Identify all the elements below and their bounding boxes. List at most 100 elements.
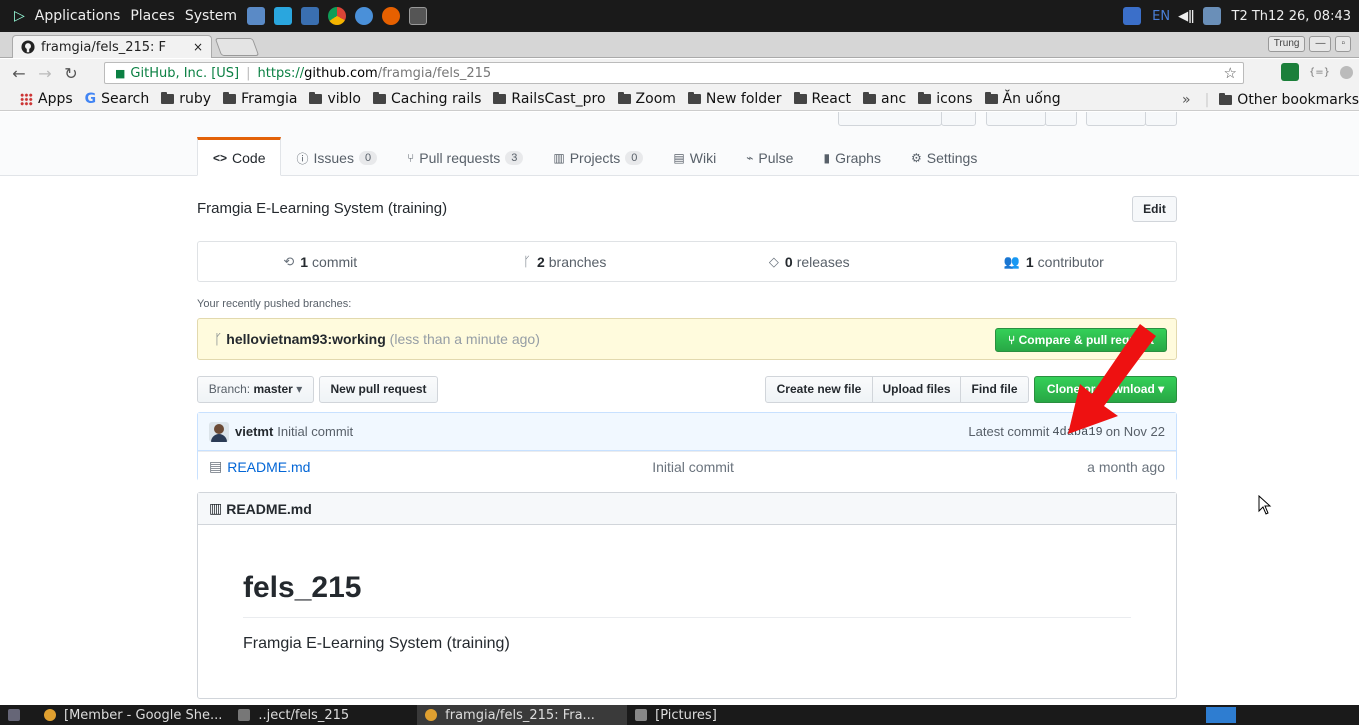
bookmark-railscast-pro[interactable]: RailsCast_pro <box>493 91 606 107</box>
clock[interactable]: T2 Th12 26, 08:43 <box>1232 9 1351 24</box>
wiki-icon: ▤ <box>673 151 685 165</box>
bookmark-an-uong[interactable]: Ăn uống <box>984 91 1061 107</box>
firefox-launcher-icon[interactable] <box>382 7 401 25</box>
menu-applications[interactable]: Applications <box>35 8 121 24</box>
bookmark-apps[interactable]: Apps <box>20 91 73 107</box>
new-tab-button[interactable] <box>214 38 260 56</box>
volume-icon[interactable]: ◀ǁ <box>1178 9 1194 24</box>
minimize-icon[interactable]: — <box>1309 36 1332 52</box>
profile-button[interactable]: Trung <box>1267 36 1306 52</box>
bookmark-caching-rails[interactable]: Caching rails <box>372 91 481 107</box>
star-count[interactable] <box>1045 112 1077 126</box>
keyboard-tray-icon[interactable] <box>1123 7 1142 25</box>
extension-circle-icon[interactable] <box>1340 65 1353 79</box>
create-new-file-button[interactable]: Create new file <box>765 376 873 403</box>
menu-places[interactable]: Places <box>130 8 175 24</box>
taskbar-item-google-sheets[interactable]: [Member - Google She... <box>36 705 230 725</box>
readme-box: ▥ README.md fels_215 Framgia E-Learning … <box>197 492 1177 699</box>
folder-icon <box>372 92 386 104</box>
upload-files-button[interactable]: Upload files <box>872 376 961 403</box>
commit-author[interactable]: vietmt <box>235 424 273 439</box>
bookmark-anc[interactable]: anc <box>863 91 906 107</box>
file-icon: ▤ <box>209 458 223 474</box>
taskbar-item-pictures[interactable]: [Pictures] <box>627 705 725 725</box>
tab-settings[interactable]: ⚙ Settings <box>896 137 992 176</box>
folder-icon <box>918 92 932 104</box>
maximize-icon[interactable]: ▫ <box>1335 36 1351 52</box>
edit-description-button[interactable]: Edit <box>1132 196 1177 222</box>
apps-grid-icon <box>20 92 33 106</box>
tab-projects[interactable]: ▥ Projects 0 <box>538 137 658 176</box>
bookmark-viblo[interactable]: viblo <box>309 91 361 107</box>
find-file-button[interactable]: Find file <box>960 376 1029 403</box>
menu-system[interactable]: System <box>185 8 237 24</box>
network-launcher-icon[interactable] <box>355 7 374 25</box>
bookmark-framgia[interactable]: Framgia <box>223 91 297 107</box>
commit-message[interactable]: Initial commit <box>277 424 353 439</box>
fork-button[interactable] <box>1086 112 1146 126</box>
browser-tab-active[interactable]: framgia/fels_215: F × <box>12 35 212 58</box>
clipboard-tray-icon[interactable] <box>1202 7 1221 25</box>
avatar[interactable] <box>209 421 229 442</box>
readme-body: Framgia E-Learning System (training) <box>243 635 510 652</box>
bookmark-ruby[interactable]: ruby <box>161 91 211 107</box>
tab-pull-requests[interactable]: ⑂ Pull requests 3 <box>392 137 538 176</box>
table-row[interactable]: ▤ README.md Initial commit a month ago <box>198 451 1176 481</box>
contributors-link[interactable]: 👥 1 contributor <box>932 242 1177 281</box>
extension-json-icon[interactable]: {=} <box>1309 67 1330 78</box>
taskbar-chrome-tray-icon[interactable] <box>1206 707 1236 723</box>
file-commit-message[interactable]: Initial commit <box>652 459 734 475</box>
recent-branch-name[interactable]: hellovietnam93:working <box>226 331 385 347</box>
browser-toolbar: ← → ↻ ■ GitHub, Inc. [US] | https:// git… <box>0 59 1359 88</box>
star-button[interactable] <box>986 112 1046 126</box>
show-desktop-button[interactable] <box>0 705 36 725</box>
folder-icon <box>493 92 507 104</box>
mouse-cursor-icon <box>1258 495 1272 515</box>
bookmarks-overflow-button[interactable]: » <box>1182 92 1191 108</box>
bookmark-search[interactable]: G Search <box>85 91 150 107</box>
text-editor-launcher-icon[interactable] <box>301 7 320 25</box>
bookmark-new-folder[interactable]: New folder <box>687 91 782 107</box>
new-pull-request-button[interactable]: New pull request <box>319 376 438 403</box>
bookmark-zoom[interactable]: Zoom <box>617 91 676 107</box>
tab-close-icon[interactable]: × <box>193 40 203 54</box>
file-age: a month ago <box>1087 458 1165 475</box>
releases-link[interactable]: ◇ 0 releases <box>687 242 932 281</box>
os-logo-icon[interactable]: ▷ <box>14 8 25 24</box>
code-icon: <> <box>213 150 228 165</box>
tab-wiki[interactable]: ▤ Wiki <box>658 137 731 176</box>
os-taskbar: [Member - Google She... ..ject/fels_215 … <box>0 705 1359 725</box>
taskbar-item-github[interactable]: framgia/fels_215: Fra... <box>417 705 628 725</box>
bookmark-react[interactable]: React <box>793 91 851 107</box>
bookmark-icons[interactable]: icons <box>918 91 973 107</box>
folder-icon <box>793 92 807 104</box>
watch-count[interactable] <box>941 112 976 126</box>
back-icon[interactable]: ← <box>6 64 32 83</box>
tab-graphs[interactable]: ▮ Graphs <box>808 137 896 176</box>
tab-issues[interactable]: ⓘ Issues 0 <box>281 137 392 176</box>
readme-title: fels_215 <box>243 571 362 604</box>
branch-select-menu[interactable]: Branch: master ▾ <box>197 376 314 403</box>
files-launcher-icon[interactable] <box>274 7 293 25</box>
taskbar-item-terminal[interactable]: ..ject/fels_215 <box>230 705 357 725</box>
pulse-icon: ⌁ <box>746 151 754 165</box>
extension-new-icon[interactable] <box>1280 63 1299 81</box>
google-icon: G <box>84 91 97 107</box>
branches-link[interactable]: ᚴ 2 branches <box>443 242 688 281</box>
monitor-launcher-icon[interactable] <box>409 7 428 25</box>
bookmark-star-icon[interactable]: ☆ <box>1224 64 1237 82</box>
file-name-link[interactable]: README.md <box>227 459 652 475</box>
terminal-launcher-icon[interactable] <box>247 7 266 25</box>
tab-code[interactable]: <> Code <box>197 137 282 176</box>
commits-link[interactable]: ⟲ 1 commit <box>198 242 443 281</box>
chrome-launcher-icon[interactable] <box>328 7 347 25</box>
other-bookmarks[interactable]: Other bookmarks <box>1219 92 1359 108</box>
forward-icon[interactable]: → <box>32 64 58 83</box>
address-bar[interactable]: ■ GitHub, Inc. [US] | https:// github.co… <box>104 62 1244 84</box>
tab-title: framgia/fels_215: F <box>41 39 167 55</box>
language-indicator[interactable]: EN <box>1152 9 1170 24</box>
fork-count[interactable] <box>1145 112 1177 126</box>
reload-icon[interactable]: ↻ <box>58 64 84 83</box>
watch-button[interactable] <box>838 112 942 126</box>
tab-pulse[interactable]: ⌁ Pulse <box>731 137 808 176</box>
